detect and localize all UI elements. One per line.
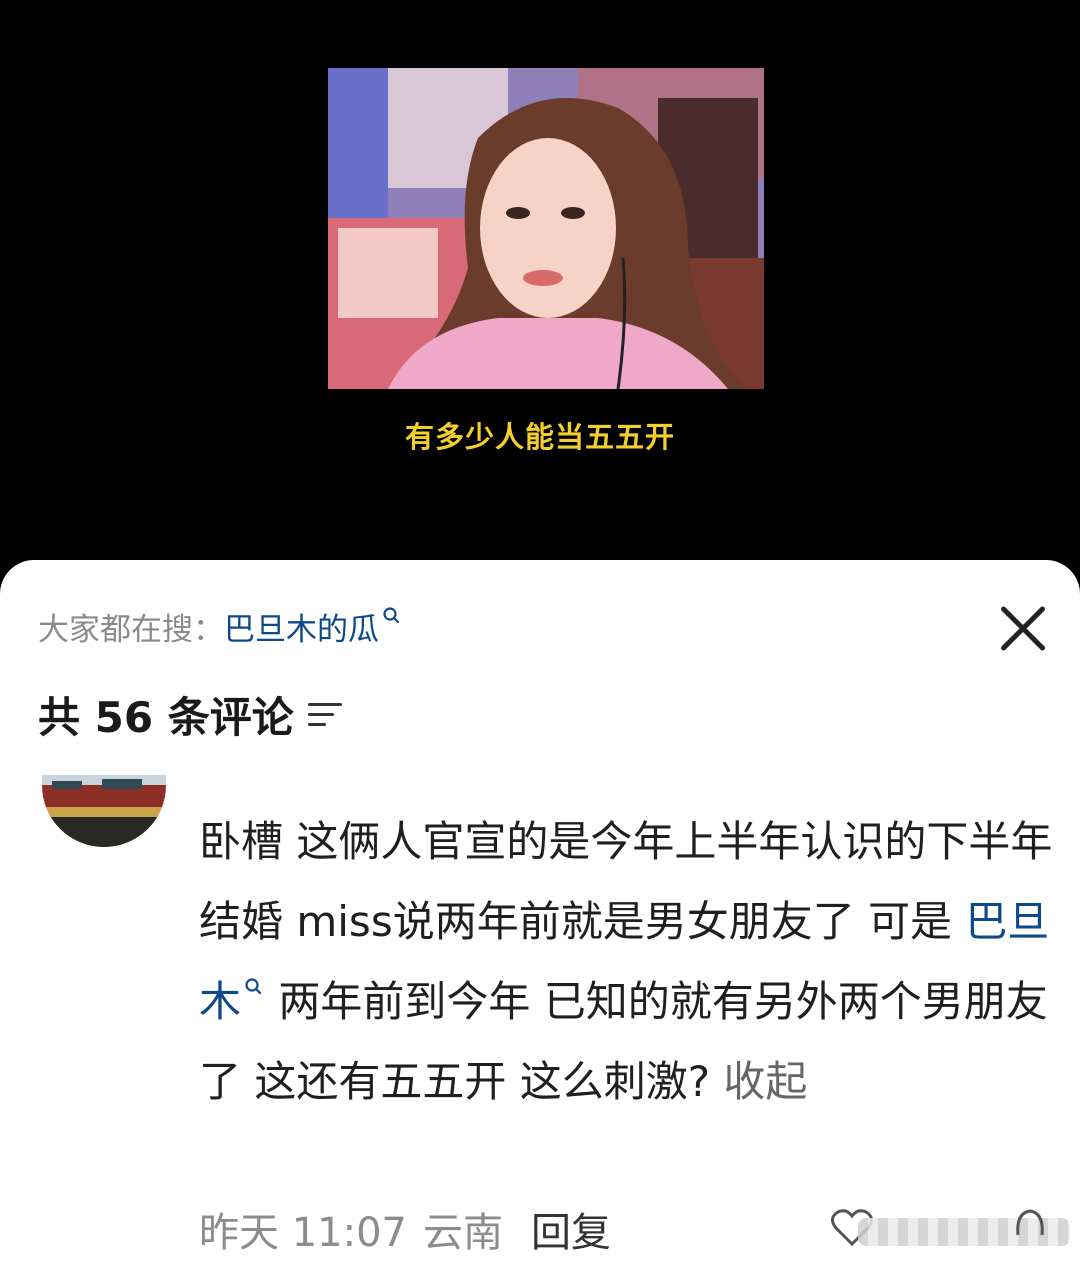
comments-panel: 大家都在搜： 巴旦木的瓜 共 56 条评论 卧槽 这俩人官宣的是今年上半年认识的…	[0, 560, 1080, 1265]
video-subtitle: 有多少人能当五五开	[404, 420, 675, 454]
comment-count-header: 共 56 条评论	[38, 684, 344, 745]
avatar[interactable]	[42, 775, 166, 847]
video-frame[interactable]	[328, 68, 764, 389]
video-thumbnail-image	[328, 68, 764, 389]
video-player[interactable]: 有多少人能当五五开	[0, 0, 1080, 580]
comment-text-part2: 两年前到今年 已知的就有另外两个男朋友了 这还有五五开 这么刺激?	[199, 977, 1048, 1106]
dislike-icon[interactable]	[1010, 1205, 1050, 1245]
comment-count-title: 共 56 条评论	[38, 693, 294, 742]
comment-meta: 昨天 11:07 云南 回复	[199, 1200, 611, 1258]
comment-location: 云南	[423, 1210, 503, 1256]
close-icon[interactable]	[995, 600, 1051, 656]
comment-timestamp: 昨天 11:07	[199, 1210, 407, 1256]
search-icon	[383, 607, 400, 624]
comment-text-part1: 卧槽 这俩人官宣的是今年上半年认识的下半年结婚 miss说两年前就是男女朋友了 …	[199, 817, 1053, 946]
comment-body: 卧槽 这俩人官宣的是今年上半年认识的下半年结婚 miss说两年前就是男女朋友了 …	[199, 802, 1059, 1122]
sort-icon[interactable]	[307, 701, 344, 729]
collapse-button[interactable]: 收起	[723, 1057, 807, 1106]
trending-search-bar[interactable]: 大家都在搜： 巴旦木的瓜	[38, 607, 403, 648]
search-icon	[245, 978, 262, 995]
trending-search-term[interactable]: 巴旦木的瓜	[224, 604, 379, 649]
reply-button[interactable]: 回复	[531, 1200, 611, 1258]
trending-search-prefix: 大家都在搜：	[38, 611, 224, 648]
